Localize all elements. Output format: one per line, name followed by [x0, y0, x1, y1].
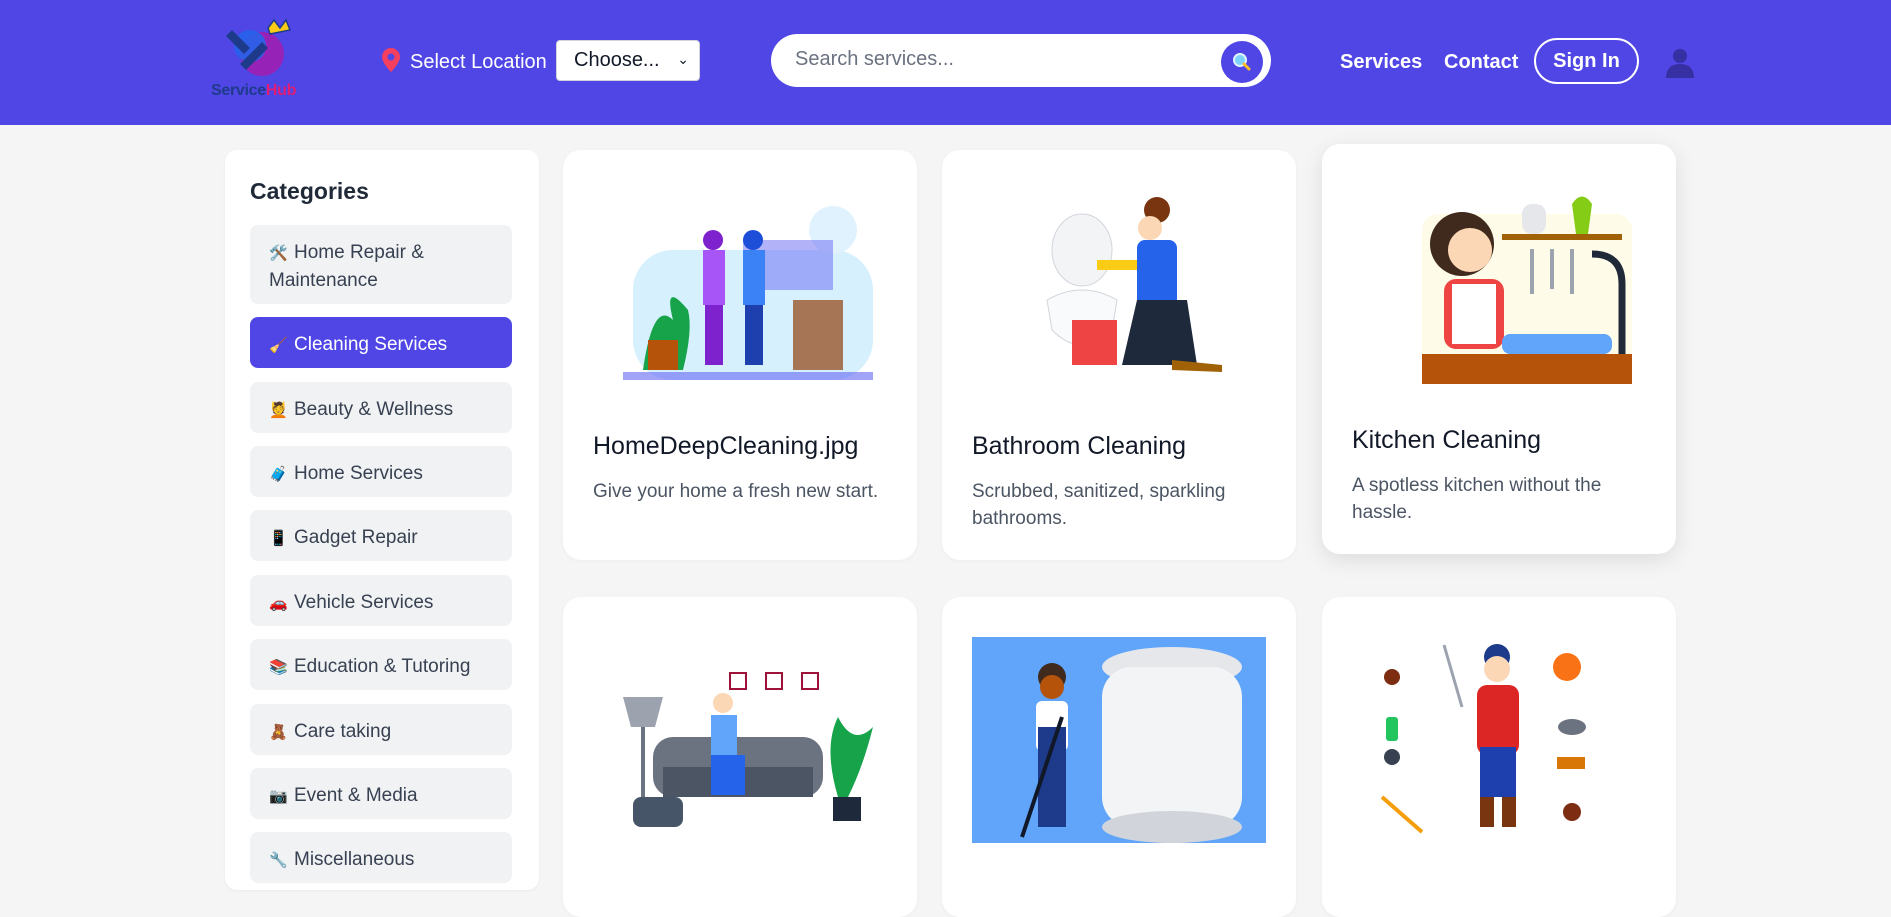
- service-card-kitchen-cleaning[interactable]: Kitchen Cleaning A spotless kitchen with…: [1322, 144, 1676, 554]
- nav-services-link[interactable]: Services: [1340, 49, 1422, 75]
- location-select[interactable]: Choose... ⌄: [556, 40, 700, 81]
- service-card-sofa-cleaning[interactable]: [563, 597, 917, 917]
- card-title: Bathroom Cleaning: [972, 432, 1187, 460]
- card-title: HomeDeepCleaning.jpg: [593, 432, 859, 460]
- top-navbar: ServiceHub Select Location Choose... ⌄ S…: [0, 0, 1891, 125]
- phone-icon: 📱: [269, 530, 288, 547]
- category-label: Beauty & Wellness: [294, 399, 454, 420]
- search-input[interactable]: Search services...: [771, 34, 1271, 87]
- category-label: Vehicle Services: [294, 592, 434, 613]
- search-icon: [1233, 53, 1251, 71]
- card-title: Kitchen Cleaning: [1352, 426, 1542, 454]
- chevron-down-icon: ⌄: [677, 51, 689, 67]
- category-education-tutoring[interactable]: 📚 Education & Tutoring: [250, 639, 512, 690]
- home-cleaning-illustration: [623, 206, 873, 380]
- card-description: Scrubbed, sanitized, sparkling bathrooms…: [972, 481, 1226, 529]
- category-label: Cleaning Services: [294, 334, 448, 355]
- wrench-icon: 🔧: [269, 852, 288, 869]
- category-gadget-repair[interactable]: 📱 Gadget Repair: [250, 510, 512, 561]
- broom-icon: 🧹: [269, 337, 288, 354]
- service-card-home-deep-cleaning[interactable]: HomeDeepCleaning.jpg Give your home a fr…: [563, 150, 917, 560]
- kitchen-cleaning-illustration: [1422, 196, 1632, 384]
- category-event-media[interactable]: 📷 Event & Media: [250, 768, 512, 819]
- teddy-bear-icon: 🧸: [269, 724, 288, 741]
- sidebar-title: Categories: [250, 178, 369, 204]
- service-card-pest-control[interactable]: [1322, 597, 1676, 917]
- category-miscellaneous[interactable]: 🔧 Miscellaneous: [250, 832, 512, 883]
- user-avatar-icon[interactable]: [1664, 46, 1696, 78]
- brand-name: ServiceHub: [211, 82, 297, 99]
- category-label: Miscellaneous: [294, 849, 415, 870]
- service-card-bathroom-cleaning[interactable]: Bathroom Cleaning Scrubbed, sanitized, s…: [942, 150, 1296, 560]
- category-home-services[interactable]: 🧳 Home Services: [250, 446, 512, 497]
- tools-icon: 🛠️: [269, 245, 288, 262]
- location-label: Select Location: [410, 51, 547, 73]
- sign-in-button[interactable]: Sign In: [1534, 38, 1639, 84]
- brand-logo[interactable]: ServiceHub: [210, 16, 320, 100]
- search-placeholder: Search services...: [795, 48, 954, 70]
- massage-icon: 💆: [269, 402, 288, 419]
- pest-control-illustration: [1380, 644, 1586, 834]
- logo-icon: [226, 18, 292, 76]
- category-care-taking[interactable]: 🧸 Care taking: [250, 704, 512, 755]
- category-label: Education & Tutoring: [294, 656, 471, 677]
- search-button[interactable]: [1221, 41, 1263, 83]
- card-description: Give your home a fresh new start.: [593, 481, 879, 502]
- category-beauty-wellness[interactable]: 💆 Beauty & Wellness: [250, 382, 512, 433]
- category-label: Gadget Repair: [294, 527, 418, 548]
- categories-sidebar: Categories 🛠️ Home Repair & Maintenance 🧹…: [225, 150, 539, 890]
- luggage-icon: 🧳: [269, 466, 288, 483]
- nav-contact-link[interactable]: Contact: [1444, 49, 1518, 75]
- bathroom-cleaning-illustration: [1046, 197, 1222, 372]
- car-icon: 🚗: [269, 595, 288, 612]
- category-label: Care taking: [294, 721, 392, 742]
- category-home-repair[interactable]: 🛠️ Home Repair & Maintenance: [250, 225, 512, 304]
- service-card-water-tank-cleaning[interactable]: [942, 597, 1296, 917]
- location-pin-icon: [382, 48, 400, 72]
- camera-icon: 📷: [269, 788, 288, 805]
- category-vehicle-services[interactable]: 🚗 Vehicle Services: [250, 575, 512, 626]
- category-label: Event & Media: [294, 785, 418, 806]
- sofa-cleaning-illustration: [623, 672, 873, 827]
- location-select-value: Choose...: [574, 49, 660, 71]
- water-tank-cleaning-illustration: [972, 637, 1266, 843]
- category-label: Home Services: [294, 463, 423, 484]
- books-icon: 📚: [269, 659, 288, 676]
- card-description: A spotless kitchen without the hassle.: [1352, 475, 1602, 523]
- category-cleaning-services[interactable]: 🧹 Cleaning Services: [250, 317, 512, 368]
